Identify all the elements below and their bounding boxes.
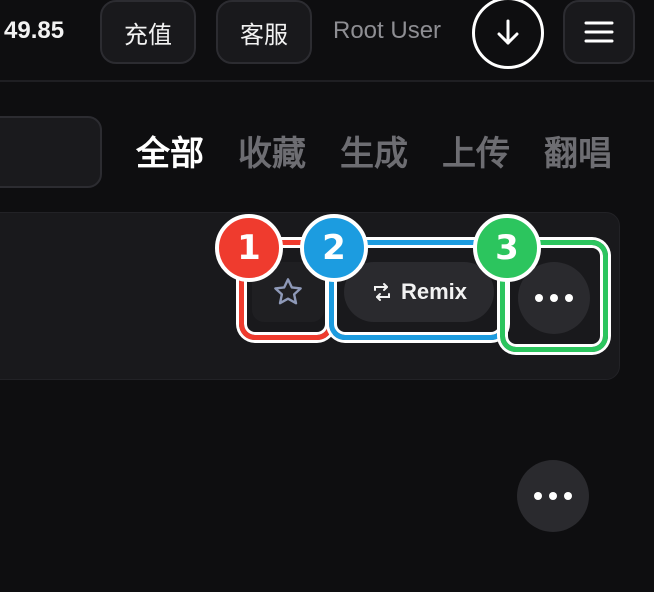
remix-label: Remix: [400, 279, 468, 304]
remix-button[interactable]: Remix: [344, 262, 494, 322]
more-horizontal-icon: [535, 294, 573, 302]
download-button[interactable]: [472, 0, 544, 69]
star-icon: [274, 278, 302, 305]
top-header: 49.85 充值 客服 Root User: [0, 0, 654, 82]
menu-button[interactable]: [563, 0, 635, 64]
tab-all[interactable]: 全部: [136, 130, 204, 178]
annotation-badge-1: 1: [215, 214, 283, 282]
user-name[interactable]: Root User: [333, 14, 441, 48]
more-options-button-secondary[interactable]: [517, 460, 589, 532]
customer-service-button[interactable]: 客服: [216, 0, 312, 64]
tab-covers[interactable]: 翻唱: [544, 130, 612, 178]
tab-favorites[interactable]: 收藏: [238, 130, 306, 178]
more-horizontal-icon: [534, 492, 572, 500]
search-input[interactable]: [0, 116, 102, 188]
tab-generated[interactable]: 生成: [340, 130, 408, 178]
annotation-badge-2: 2: [300, 214, 368, 282]
recharge-button[interactable]: 充值: [100, 0, 196, 64]
menu-icon: [584, 21, 614, 43]
tab-uploaded[interactable]: 上传: [442, 130, 510, 178]
annotation-badge-3: 3: [473, 214, 541, 282]
download-icon: [497, 19, 519, 45]
repeat-icon: [373, 283, 390, 301]
balance-value: 49.85: [4, 17, 65, 44]
filter-tabs: 全部 收藏 生成 上传 翻唱: [136, 130, 646, 178]
